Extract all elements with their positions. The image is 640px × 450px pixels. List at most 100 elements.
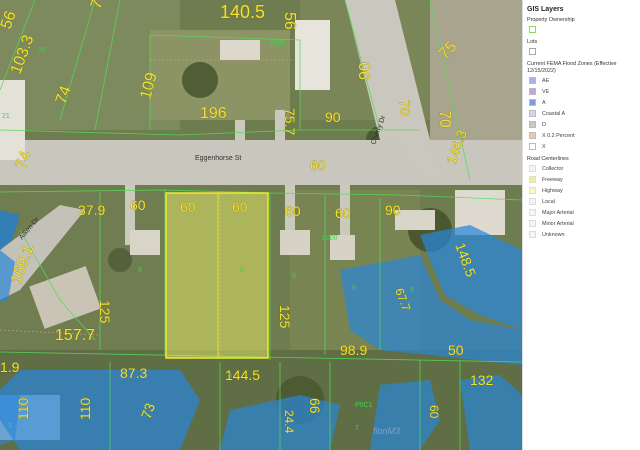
- dimension-label: 74: [88, 0, 110, 11]
- dimension-label: 60: [310, 157, 326, 173]
- flood-zone-row[interactable]: X 0.2 Percent: [527, 130, 636, 141]
- dimension-label: 196: [200, 105, 227, 122]
- dimension-label: 169.1: [8, 243, 38, 287]
- dimension-label: 125: [97, 300, 113, 324]
- road-type-swatch: [529, 176, 536, 183]
- dimension-label: 109: [137, 71, 160, 101]
- dimension-label: 60: [335, 205, 351, 221]
- flood-zone-row[interactable]: X: [527, 141, 636, 152]
- flood-zone-label: Coastal A: [542, 110, 566, 117]
- flood-zone-swatch: [529, 110, 536, 117]
- road-type-swatch: [529, 209, 536, 216]
- flood-zone-label: X 0.2 Percent: [542, 132, 575, 139]
- lot-number-label: 6: [240, 267, 244, 274]
- road-centerlines-label: Road Centerlines: [527, 156, 569, 162]
- map-labels: 140.5 567456103.3747410975.7196 9090757014…: [0, 0, 494, 434]
- dimension-label: 110: [15, 397, 31, 420]
- road-type-row[interactable]: Local: [527, 196, 636, 207]
- road-type-label: Minor Arterial: [542, 220, 574, 227]
- road-type-label: Local: [542, 198, 555, 205]
- dimension-label: 75: [436, 38, 461, 63]
- dimension-label: 74: [53, 84, 75, 107]
- street-label: Aiken Dr: [18, 216, 41, 242]
- lot-number-label: 21: [2, 113, 10, 120]
- flood-zone-row[interactable]: Coastal A: [527, 108, 636, 119]
- dimension-label: 70: [397, 100, 413, 116]
- flood-zone-label: A: [542, 99, 546, 106]
- road-type-row[interactable]: Collector: [527, 163, 636, 174]
- flood-zone-swatch: [529, 132, 536, 139]
- street-label: Eggenhorse St: [195, 155, 241, 162]
- road-type-swatch: [529, 220, 536, 227]
- property-ownership-row[interactable]: [527, 24, 636, 35]
- dimension-label: 73: [138, 401, 158, 421]
- dimension-label: 50: [448, 342, 464, 358]
- flood-zone-row[interactable]: D: [527, 119, 636, 130]
- road-type-label: Freeway: [542, 176, 563, 183]
- lot-number-label: 5: [228, 373, 232, 380]
- dimension-label: 90: [357, 62, 374, 80]
- dimension-label: 66: [307, 398, 323, 414]
- dimension-label: 70: [436, 110, 453, 128]
- dimension-label: 1.9: [0, 359, 20, 375]
- lot-number-label: 0000: [322, 235, 338, 242]
- dimension-label: 157.7: [55, 327, 95, 344]
- lot-number-label: 6: [138, 267, 142, 274]
- dimension-label: 132: [470, 372, 494, 388]
- dimension-label: 90: [325, 109, 341, 125]
- lot-number-label: 5: [410, 287, 414, 294]
- flood-zone-swatch: [529, 121, 536, 128]
- panel-title: GIS Layers: [527, 6, 564, 13]
- dimension-label: 75.7: [282, 108, 298, 135]
- dimension-label: 56: [281, 12, 298, 30]
- flood-zone-swatch: [529, 88, 536, 95]
- road-type-swatch: [529, 231, 536, 238]
- flood-zone-label: X: [542, 143, 546, 150]
- lots-swatch: [529, 48, 536, 55]
- property-ownership-swatch: [529, 26, 536, 33]
- dimension-label: 103.3: [8, 33, 38, 77]
- dimension-label: 60: [180, 199, 196, 215]
- dimension-label: 74: [13, 149, 35, 172]
- road-type-swatch: [529, 187, 536, 194]
- dimension-label: 125: [277, 305, 293, 329]
- flood-zone-row[interactable]: AE: [527, 75, 636, 86]
- road-type-row[interactable]: Minor Arterial: [527, 218, 636, 229]
- dimension-label: 56: [0, 9, 20, 32]
- flood-zone-label: VE: [542, 88, 550, 95]
- road-type-swatch: [529, 165, 536, 172]
- flood-zone-swatch: [529, 143, 536, 150]
- watermark: floriM3: [372, 426, 400, 436]
- dimension-label: 37.9: [78, 202, 105, 218]
- flood-zone-row[interactable]: VE: [527, 86, 636, 97]
- dimension-label: 60: [232, 199, 248, 215]
- flood-zone-row[interactable]: A: [527, 97, 636, 108]
- lot-number-label: 6: [292, 273, 296, 280]
- flood-zone-list: AE VE A Coastal A D X 0.2 Percent X: [527, 75, 636, 152]
- road-type-label: Major Arterial: [542, 209, 574, 216]
- map-view[interactable]: 140.5 56 74 56 103.3 74 74 109 75.7 196 90 90 75 70 14…: [0, 0, 522, 450]
- dimension-label: 98.9: [340, 342, 367, 358]
- lot-number-label: 20: [38, 47, 46, 54]
- gis-layers-panel: GIS Layers Property Ownership Lots Curre…: [522, 0, 640, 450]
- dimension-label: 60: [130, 197, 146, 213]
- lot-number-label: 3: [8, 423, 12, 430]
- dimension-label: 87.3: [120, 365, 147, 381]
- dimension-label: 140.5: [220, 2, 265, 22]
- road-type-row[interactable]: Unknown: [527, 229, 636, 240]
- road-type-row[interactable]: Highway: [527, 185, 636, 196]
- lots-label: Lots: [527, 39, 538, 45]
- road-type-row[interactable]: Major Arterial: [527, 207, 636, 218]
- flood-zone-swatch: [529, 99, 536, 106]
- dimension-label: 146.3: [443, 127, 470, 166]
- lots-row[interactable]: [527, 46, 636, 57]
- dimension-label: 60: [285, 203, 301, 219]
- lot-number-label: 0000: [270, 40, 286, 47]
- dimension-label: 90: [385, 202, 401, 218]
- road-type-row[interactable]: Freeway: [527, 174, 636, 185]
- flood-zone-label: AE: [542, 77, 550, 84]
- property-ownership-label: Property Ownership: [527, 17, 575, 23]
- street-label: Cherry Dr: [370, 114, 387, 146]
- road-list: Collector Freeway Highway Local Major Arteri…: [527, 163, 636, 240]
- road-type-label: Unknown: [542, 231, 565, 238]
